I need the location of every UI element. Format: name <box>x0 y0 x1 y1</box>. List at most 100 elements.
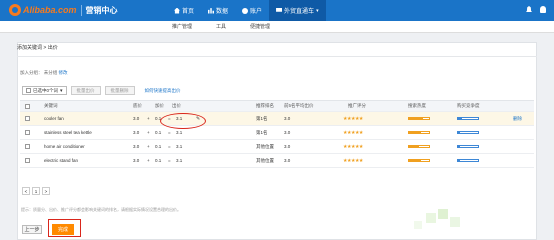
page-current[interactable]: 1 <box>32 187 40 195</box>
competition-fill <box>458 160 460 161</box>
keyword-text: home air conditioner <box>44 144 85 149</box>
row-checkbox[interactable] <box>25 144 30 149</box>
main-nav: 首页 数据 账户 外贸直通车 ▾ <box>167 0 326 21</box>
page-prev-button[interactable]: < <box>22 187 30 195</box>
alibaba-logo[interactable]: Alibaba.com 营销中心 <box>9 4 118 16</box>
recommended-rank: 其他位置 <box>256 143 274 149</box>
group-setting: 加入分组： 未分组 修改 <box>20 70 68 76</box>
header-checkbox-cell <box>25 101 30 111</box>
search-heat-bar <box>408 145 430 148</box>
delete-link[interactable]: 删除 <box>513 112 522 125</box>
search-heat-bar <box>408 131 430 134</box>
base-price: 3.0 <box>133 116 140 121</box>
competition-bar <box>457 159 479 162</box>
footer-note: 提示：质量分、出价、推广评分都会影响关键词的排名，请根据实际情况设置合理的出价。 <box>21 207 181 212</box>
nav-account[interactable]: 账户 <box>235 0 269 21</box>
nav-home-label: 首页 <box>182 9 195 15</box>
search-heat-cell <box>408 126 430 139</box>
add-price: 0.1 <box>155 144 162 149</box>
search-heat-fill <box>409 146 419 147</box>
competition-cell <box>457 154 479 167</box>
batch-bid-button[interactable]: 批量出价 <box>70 86 101 95</box>
logo-divider <box>80 4 82 16</box>
search-heat-cell <box>408 112 430 125</box>
bid-value[interactable]: 3.1 <box>176 140 182 153</box>
search-heat-fill <box>409 132 421 133</box>
search-heat-fill <box>409 118 423 119</box>
search-heat-fill <box>409 160 421 161</box>
row-checkbox[interactable] <box>25 130 30 135</box>
table-toolbar: 已选中0个词 ▾ 批量出价 批量删除 如何快速提高出价 <box>22 86 181 95</box>
header-score: 推广评分 <box>348 103 366 108</box>
recommended-rank: 其他位置 <box>256 157 274 163</box>
top5-avg-bid: 3.0 <box>284 158 291 163</box>
score-stars: ★★★★★ <box>343 115 363 122</box>
previous-step-button[interactable]: 上一步 <box>22 225 42 234</box>
row-checkbox-cell <box>25 126 30 139</box>
nav-p4p[interactable]: 外贸直通车 ▾ <box>269 0 326 21</box>
help-link[interactable]: 如何快速提高出价 <box>145 88 181 94</box>
competition-cell <box>457 126 479 139</box>
bid-value[interactable]: 3.1 <box>176 154 182 167</box>
sub-navigation: 推广管理 工具 便捷管理 <box>0 21 554 33</box>
keyword-text: stainless steel tea kettle <box>44 130 92 135</box>
product-name: 营销中心 <box>85 5 118 15</box>
subnav-quick-manage[interactable]: 便捷管理 <box>250 21 270 32</box>
base-price: 3.0 <box>133 158 140 163</box>
nav-home[interactable]: 首页 <box>167 0 201 21</box>
watermark-image <box>414 209 460 229</box>
plus-sign: + <box>147 116 150 121</box>
header-add: 加价 <box>155 103 164 108</box>
subnav-promotion[interactable]: 推广管理 <box>172 21 192 32</box>
account-icon <box>242 7 249 14</box>
alibaba-logo-icon <box>9 4 21 16</box>
plus-sign: + <box>147 130 150 135</box>
done-button[interactable]: 完成 <box>52 224 74 235</box>
search-heat-cell <box>408 154 430 167</box>
group-label: 加入分组： <box>20 70 43 75</box>
search-heat-cell <box>408 140 430 153</box>
breadcrumb: 添加关键词 > 出价 <box>17 45 58 51</box>
header-rank: 推荐排名 <box>256 103 274 108</box>
page-next-button[interactable]: > <box>42 187 50 195</box>
top-navigation-bar: Alibaba.com 营销中心 首页 数据 账户 外贸直通车 ▾ <box>0 0 554 21</box>
batch-delete-button[interactable]: 批量删除 <box>104 86 135 95</box>
plus-sign: + <box>147 144 150 149</box>
table-row: home air conditioner 3.0 +0.1 = 3.1 其他位置 3.0 ★★… <box>20 140 534 154</box>
nav-data-label: 数据 <box>216 9 229 15</box>
divider <box>17 56 537 57</box>
competition-bar <box>457 117 479 120</box>
top5-avg-bid: 3.0 <box>284 144 291 149</box>
group-edit-link[interactable]: 修改 <box>59 70 68 75</box>
chevron-down-icon: ▾ <box>316 7 319 14</box>
competition-fill <box>458 118 462 119</box>
top-right-icons <box>526 6 546 13</box>
score-stars: ★★★★★ <box>343 157 363 164</box>
selection-label: 已选中0个词 <box>33 87 59 93</box>
row-checkbox[interactable] <box>25 116 30 121</box>
bid-highlight-circle <box>160 113 206 129</box>
header-keyword: 关键词 <box>44 103 58 108</box>
header-checkbox[interactable] <box>25 103 30 109</box>
search-heat-bar <box>408 117 430 120</box>
table-row: stainless steel tea kettle 3.0 +0.1 = 3.1 第1名… <box>20 126 534 140</box>
base-price: 3.0 <box>133 130 140 135</box>
user-icon[interactable] <box>540 6 546 13</box>
table-header: 关键词 底价 加价 出价 推荐排名 前5名平均出价 推广评分 搜索热度 购买竞争… <box>20 100 534 112</box>
nav-data[interactable]: 数据 <box>201 0 235 21</box>
nav-account-label: 账户 <box>250 9 263 15</box>
subnav-tools[interactable]: 工具 <box>216 21 226 32</box>
keyword-table: 关键词 底价 加价 出价 推荐排名 前5名平均出价 推广评分 搜索热度 购买竞争… <box>20 100 534 168</box>
select-all-checkbox[interactable] <box>26 88 31 93</box>
competition-fill <box>458 146 460 147</box>
selection-dropdown[interactable]: 已选中0个词 ▾ <box>22 86 67 95</box>
add-price: 0.1 <box>155 130 162 135</box>
bell-icon[interactable] <box>526 6 532 12</box>
logo-text: Alibaba.com <box>23 5 77 15</box>
recommended-rank: 第1名 <box>256 129 268 135</box>
keyword-text: electric stand fan <box>44 158 79 163</box>
table-row: cooler fan 3.0 +0.1 = 3.1 ✎ 第1名 3.0 ★★★★★ 删除 <box>20 112 534 126</box>
search-heat-bar <box>408 159 430 162</box>
add-price: 0.1 <box>155 158 162 163</box>
row-checkbox[interactable] <box>25 158 30 163</box>
